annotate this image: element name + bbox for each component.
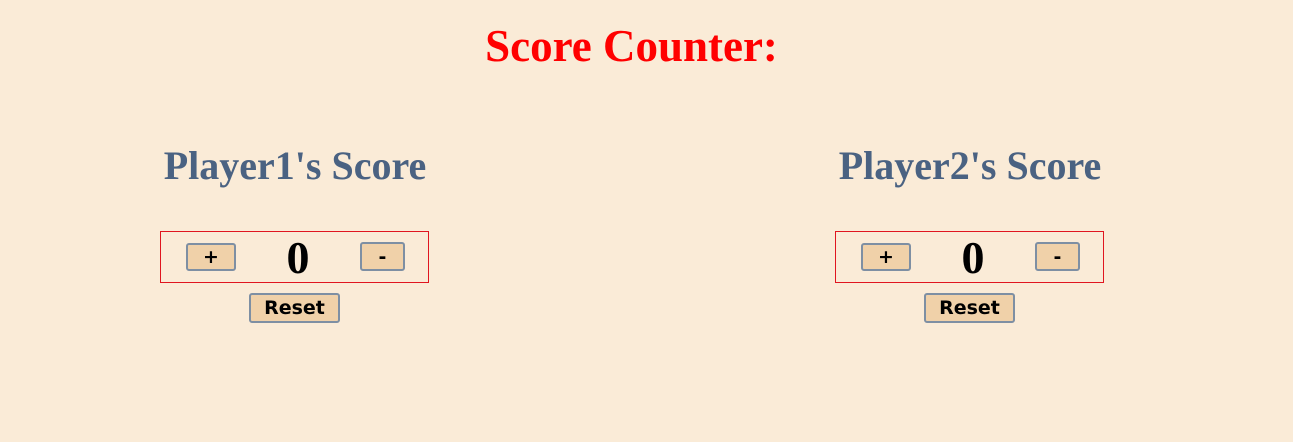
- player1-increment-button[interactable]: +: [186, 243, 236, 271]
- page-title: Score Counter:: [485, 21, 778, 71]
- player1-reset-button[interactable]: Reset: [249, 293, 340, 323]
- player2-increment-button[interactable]: +: [861, 243, 911, 271]
- player2-decrement-button[interactable]: -: [1035, 242, 1080, 271]
- player1-score-heading: Player1's Score: [163, 143, 427, 188]
- player2-score-value: 0: [961, 232, 985, 283]
- player1-decrement-button[interactable]: -: [360, 242, 405, 271]
- player2-panel: Player2's Score + 0 - Reset: [835, 140, 1105, 323]
- player1-panel: Player1's Score + 0 - Reset: [160, 140, 430, 323]
- player1-score-box: + 0 -: [160, 231, 429, 283]
- player2-score-heading: Player2's Score: [838, 143, 1102, 188]
- player2-score-box: + 0 -: [835, 231, 1104, 283]
- player2-reset-button[interactable]: Reset: [924, 293, 1015, 323]
- player1-score-value: 0: [286, 232, 310, 283]
